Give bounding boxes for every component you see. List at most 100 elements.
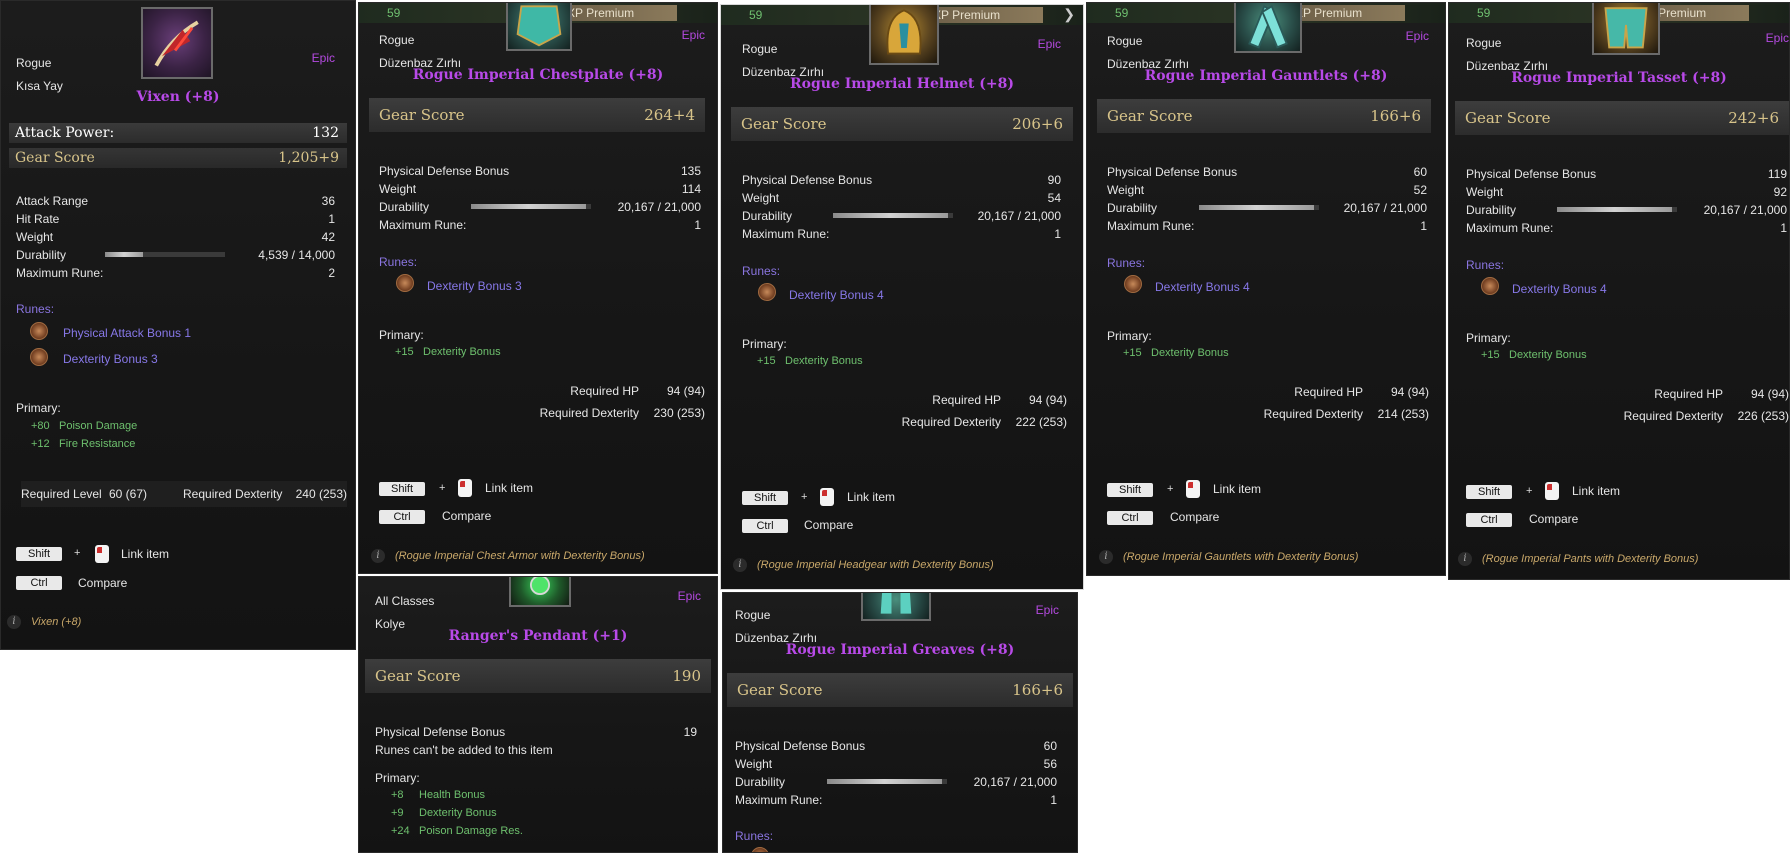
bonus-value: +15	[1123, 347, 1142, 359]
bonus-value: +24	[391, 825, 410, 837]
gear-score-row: Gear Score 264+4	[369, 98, 705, 132]
stat-value: 1	[1780, 221, 1787, 235]
item-name: Rogue Imperial Greaves (+8)	[785, 642, 1015, 658]
stat-value: 4,539 / 14,000	[258, 248, 335, 262]
stat-row: Maximum Rune: 1	[742, 227, 1061, 241]
durability-bar	[833, 213, 953, 218]
link-item-label[interactable]: Link item	[1213, 482, 1261, 496]
runes-label: Runes:	[379, 255, 418, 269]
req-hp-value: 94 (94)	[1390, 385, 1429, 399]
req-hp-value: 94 (94)	[1028, 393, 1067, 407]
tooltip-helmet: 59 XP Premium ❯ Rogue Düzenbaz Zırhı Epic …	[720, 4, 1084, 590]
stat-label: Maximum Rune:	[735, 793, 823, 807]
bonus-value: +15	[395, 346, 414, 358]
item-class: All Classes	[375, 594, 435, 608]
greaves-icon	[861, 593, 931, 621]
stat-value: 60	[1413, 165, 1427, 179]
rune-icon	[1481, 277, 1499, 295]
gear-score-value: 1,205+9	[278, 150, 339, 166]
item-name: Rogue Imperial Tasset (+8)	[1511, 70, 1727, 86]
stat-label: Durability	[1107, 201, 1158, 215]
level-label: 59	[387, 6, 401, 20]
tooltip-chestplate: 59 XP Premium Rogue Düzenbaz Zırhı Epic R…	[358, 2, 718, 574]
compare-label[interactable]: Compare	[1529, 512, 1578, 526]
bonus-text: Dexterity Bonus	[785, 355, 863, 367]
req-dex-value: 214 (253)	[1377, 407, 1429, 421]
tasset-icon	[1592, 3, 1660, 55]
gear-score-value: 264+4	[644, 106, 695, 124]
durability-bar-fill	[1557, 207, 1673, 212]
item-description: (Rogue Imperial Chest Armor with Dexteri…	[395, 550, 645, 562]
info-icon: i	[1099, 550, 1113, 564]
stat-value: 92	[1773, 185, 1787, 199]
req-hp-row: Required HP 94 (94)	[570, 384, 705, 398]
tooltip-pendant: All Classes Kolye Epic Ranger's Pendant …	[358, 576, 718, 853]
stat-value: 90	[1047, 173, 1061, 187]
link-item-label[interactable]: Link item	[121, 547, 169, 561]
link-item-label[interactable]: Link item	[485, 481, 533, 495]
stat-value: 60	[1043, 739, 1057, 753]
req-hp-label: Required HP	[1294, 385, 1363, 399]
bonus-row: +15 Dexterity Bonus	[1123, 347, 1229, 359]
req-dex-row: Required Dexterity 230 (253)	[540, 406, 705, 420]
compare-label[interactable]: Compare	[804, 518, 853, 532]
info-icon: i	[371, 549, 385, 563]
bonus-value: +15	[1481, 349, 1500, 361]
stat-value: 1	[328, 212, 335, 226]
stat-value: 52	[1413, 183, 1427, 197]
ctrl-key: Ctrl	[1466, 513, 1512, 527]
link-item-label[interactable]: Link item	[847, 490, 895, 504]
stat-row: Maximum Rune: 1	[1107, 219, 1427, 233]
bonus-text: Poison Damage	[59, 420, 138, 432]
compare-label[interactable]: Compare	[1170, 510, 1219, 524]
req-hp-label: Required HP	[570, 384, 639, 398]
gear-score-row: Gear Score 166+6	[727, 673, 1073, 707]
gear-score-row: Gear Score 190	[365, 659, 711, 693]
tooltip-vixen: Rogue Kısa Yay Epic Vixen (+8) Attack Po…	[0, 0, 356, 650]
item-name: Ranger's Pendant (+1)	[448, 628, 628, 644]
ctrl-key: Ctrl	[742, 519, 788, 533]
durability-bar	[471, 204, 591, 209]
stat-label: Physical Defense Bonus	[375, 725, 506, 739]
stat-value: 1	[1050, 793, 1057, 807]
plus-sign: +	[1526, 485, 1533, 497]
runes-label: Runes:	[1107, 256, 1146, 270]
stat-row: Attack Range 36	[16, 194, 335, 208]
link-item-label[interactable]: Link item	[1572, 484, 1620, 498]
req-hp-row: Required HP 94 (94)	[932, 393, 1067, 407]
durability-bar	[827, 779, 947, 784]
compare-label[interactable]: Compare	[442, 509, 491, 523]
req-dex-label: Required Dexterity	[901, 415, 1001, 429]
rune-icon	[30, 322, 48, 340]
stat-value: 20,167 / 21,000	[617, 200, 701, 214]
level-label: 59	[1115, 6, 1129, 20]
stat-label: Maximum Rune:	[742, 227, 830, 241]
bonus-row: +15 Dexterity Bonus	[1481, 349, 1587, 361]
req-dex-value: 222 (253)	[1015, 415, 1067, 429]
shift-key: Shift	[16, 547, 62, 561]
primary-label: Primary:	[375, 771, 420, 785]
bonus-row: +24 Poison Damage Res.	[391, 825, 523, 837]
rarity-label: Epic	[1765, 31, 1789, 45]
stat-row: Weight 52	[1107, 183, 1427, 197]
gear-score-value: 166+6	[1012, 681, 1063, 699]
mouse-icon	[820, 488, 834, 506]
item-class: Rogue	[379, 33, 415, 47]
bonus-value: +9	[391, 807, 404, 819]
stat-row: Weight 114	[379, 182, 701, 196]
plus-sign: +	[74, 547, 81, 559]
item-name: Vixen (+8)	[136, 89, 220, 105]
stat-value: 56	[1043, 757, 1057, 771]
bonus-row: +15 Dexterity Bonus	[757, 355, 863, 367]
gear-score-label: Gear Score	[375, 667, 461, 685]
stat-value: 20,167 / 21,000	[977, 209, 1061, 223]
stat-value: 135	[680, 164, 701, 178]
bonus-row: +12 Fire Resistance	[31, 438, 135, 450]
compare-label[interactable]: Compare	[78, 576, 127, 590]
stat-label: Physical Defense Bonus	[379, 164, 510, 178]
durability-bar	[105, 252, 225, 257]
rune-name: Dexterity Bonus 4	[789, 288, 884, 302]
durability-bar	[1199, 205, 1319, 210]
helmet-icon	[869, 5, 939, 65]
durability-bar-fill	[471, 204, 587, 209]
